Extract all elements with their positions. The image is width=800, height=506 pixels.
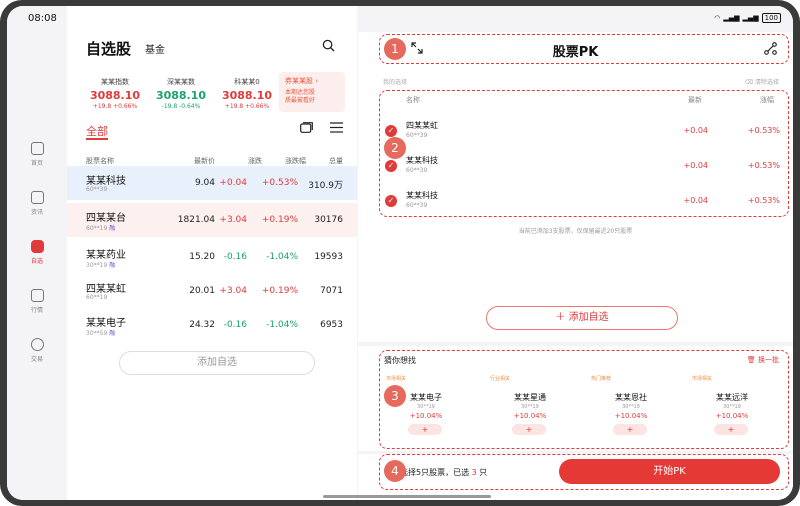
status-icons: ◠ ▂▄▆ ▂▄▆ 100 [714, 13, 781, 23]
selection-note: 当前已添加3支股票，仅保留最近20只股票 [518, 228, 633, 235]
index-card[interactable]: 科某某0 3088.10 +19.8 +0.66% [214, 77, 280, 110]
index-card[interactable]: 深某某数 3088.10 -19.8 -0.64% [148, 77, 214, 110]
rail-item-market[interactable]: 行情 [7, 289, 67, 314]
stock-pk-panel: 股票PK 我的选择 ⌫ 清除选择 名称 最新 涨幅 ✓ 四某某虹 60**39 … [358, 6, 793, 500]
tab-all[interactable]: 全部 [86, 123, 108, 139]
page-title: 自选股 [86, 40, 132, 58]
device-frame: 首页 资讯 自选 行情 交易 自选股 基金 某某指数 3088.10 +19.8… [0, 0, 800, 506]
tab-fund[interactable]: 基金 [145, 41, 165, 56]
annotation-outline [379, 90, 789, 217]
rail-item-home[interactable]: 首页 [7, 142, 67, 167]
promo-card[interactable]: 券某某股 › 本期达您股 质最被看好 [279, 72, 345, 112]
column-header[interactable]: 股票名称 [86, 156, 114, 166]
annotation-marker: 2 [384, 137, 406, 159]
table-header: 股票名称 最新价 涨跌 涨跌幅 总量 [67, 150, 357, 166]
table-row[interactable]: 某某药业 30**19 融 15.20 -0.16 -1.04% 19593 [67, 240, 357, 274]
table-row[interactable]: 某某电子 30**59 融 24.32 -0.16 -1.04% 6953 [67, 308, 357, 342]
status-time: 08:08 [28, 13, 57, 24]
edit-icon [30, 240, 44, 253]
document-icon [30, 191, 44, 204]
table-row[interactable]: 四某某台 60**19 融 1821.04 +3.04 +0.19% 30176 [67, 203, 357, 237]
search-icon[interactable] [322, 39, 335, 52]
clear-selection-button[interactable]: ⌫ 清除选择 [745, 77, 779, 86]
rail-item-trade[interactable]: 交易 [7, 338, 67, 363]
plus-icon: ＋ [555, 312, 566, 323]
home-icon [30, 142, 44, 155]
tab-indicator [86, 138, 108, 140]
annotation-outline [379, 34, 789, 64]
table-row[interactable]: 四某某虹 60**19 20.01 +3.04 +0.19% 7071 [67, 274, 357, 308]
battery-icon: 100 [761, 13, 781, 23]
annotation-marker: 3 [384, 385, 406, 407]
trash-icon: ⌫ [744, 79, 754, 86]
window-icon[interactable] [300, 122, 313, 133]
trade-icon [30, 338, 44, 351]
watchlist-panel: 自选股 基金 某某指数 3088.10 +19.8 +0.66% 深某某数 30… [67, 6, 357, 500]
annotation-outline [379, 454, 789, 490]
rail-item-watchlist[interactable]: 自选 [7, 240, 67, 265]
index-card[interactable]: 某某指数 3088.10 +19.8 +0.66% [82, 77, 148, 110]
add-watchlist-button[interactable]: ＋ 添加自选 [486, 306, 678, 330]
annotation-outline [379, 350, 789, 449]
signal-icon: ▂▄▆ [742, 14, 759, 22]
margin-badge: 融 [109, 262, 116, 269]
annotation-marker: 4 [384, 460, 406, 482]
list-icon [30, 289, 44, 302]
margin-badge: 融 [109, 225, 116, 232]
screen: 首页 资讯 自选 行情 交易 自选股 基金 某某指数 3088.10 +19.8… [7, 6, 793, 500]
wifi-icon: ◠ [714, 14, 721, 22]
signal-icon: ▂▄▆ [723, 14, 740, 22]
section-label: 我的选择 [383, 79, 408, 86]
annotation-marker: 1 [384, 38, 406, 60]
column-header[interactable]: 最新价 [155, 156, 215, 166]
margin-badge: 融 [109, 330, 116, 337]
column-header[interactable]: 总量 [293, 156, 343, 166]
left-nav-rail: 首页 资讯 自选 行情 交易 [7, 6, 67, 500]
chevron-right-icon: › [315, 77, 319, 85]
table-row[interactable]: 某某科技 60**39 9.04 +0.04 +0.53% 310.9万 [67, 166, 357, 200]
add-watchlist-button[interactable]: 添加自选 [119, 351, 315, 375]
rail-item-news[interactable]: 资讯 [7, 191, 67, 216]
home-indicator[interactable] [323, 495, 491, 498]
menu-icon[interactable] [330, 122, 343, 133]
